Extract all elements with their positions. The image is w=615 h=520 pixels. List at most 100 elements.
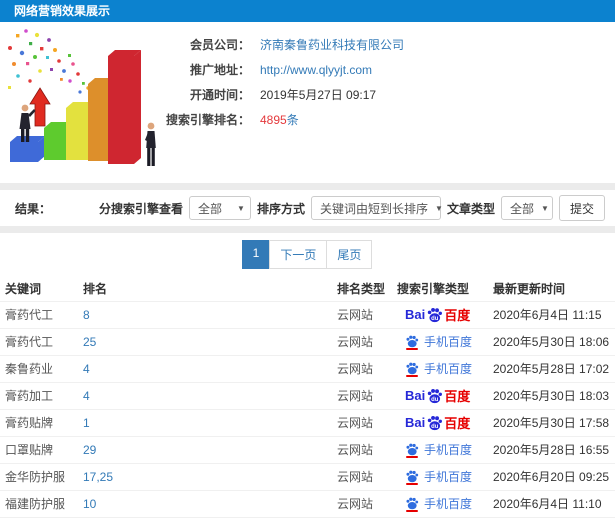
updated-cell: 2020年5月30日 18:03 [493, 381, 615, 409]
keyword-cell: 福建防护服 [0, 489, 83, 517]
page-title-text: 网络营销效果展示 [14, 4, 111, 18]
rank-cell[interactable]: 4 [83, 354, 337, 382]
baidu-paw-icon: du [428, 415, 443, 431]
pagination-last[interactable]: 尾页 [326, 240, 373, 269]
pagination-next[interactable]: 下一页 [269, 240, 328, 269]
svg-text:du: du [431, 397, 439, 403]
result-label: 结果： [15, 201, 52, 216]
pagination-page-1[interactable]: 1 [241, 240, 271, 269]
baidu-paw-icon [406, 497, 419, 509]
rank-cell[interactable]: 4 [83, 381, 337, 409]
keyword-cell: 口罩贴牌 [0, 435, 83, 463]
mobile-baidu-badge: 手机百度 [405, 441, 472, 458]
updated-cell: 2020年6月4日 11:10 [493, 489, 615, 517]
baidu-logo: Bai du 百度 [405, 415, 471, 431]
up-arrow [29, 87, 51, 127]
page-title: 网络营销效果展示 [0, 0, 615, 22]
red-underline [406, 482, 418, 485]
search-engine-cell: 手机百度 [397, 327, 493, 355]
header-rank: 排名 [83, 282, 108, 297]
header-search-engine: 搜索引擎类型 [397, 282, 470, 297]
engine-filter-label: 分搜索引擎查看 [98, 201, 183, 216]
rank-count-value: 4895 [260, 113, 287, 127]
search-engine-cell: Bai du 百度 [397, 381, 493, 409]
filter-bar: 结果： 分搜索引擎查看 全部 ▼ 排序方式 关键词由短到长排序 ▼ 文章类型 全… [0, 190, 615, 226]
keyword-cell: 秦鲁药业 [0, 354, 83, 382]
sort-filter-label: 排序方式 [256, 201, 305, 216]
engine-select[interactable]: 全部 ▼ [188, 196, 251, 220]
rank-type-cell: 云网站 [337, 300, 397, 328]
confetti-dots [8, 29, 99, 103]
table-row: 秦鲁药业 4 云网站 手机百度 2020年5月28日 17:02 [0, 354, 615, 382]
search-engine-cell: 手机百度 [397, 462, 493, 490]
info-list: 会员公司： 济南秦鲁药业科技有限公司 推广地址： http://www.qlyy… [160, 22, 615, 132]
rank-cell[interactable]: 1 [83, 408, 337, 436]
baidu-paw-icon [406, 335, 419, 347]
chevron-down-icon: ▼ [434, 203, 443, 213]
header-updated: 最新更新时间 [493, 282, 566, 297]
mobile-baidu-badge: 手机百度 [405, 333, 472, 350]
open-time-label: 开通时间： [189, 88, 250, 102]
rank-type-cell: 云网站 [337, 381, 397, 409]
results-table: 关键词 排名 排名类型 搜索引擎类型 最新更新时间 膏药代工 8 云网站 Bai [0, 277, 615, 520]
rank-type-cell: 云网站 [337, 408, 397, 436]
article-type-select-value: 全部 [509, 201, 534, 216]
businessman-right [145, 122, 156, 166]
promo-url-link[interactable]: http://www.qlyyjt.com [260, 63, 372, 77]
results-card: 1 下一页 尾页 关键词 排名 排名类型 搜索引擎类型 最新更新时间 膏药代工 … [0, 233, 615, 520]
growth-chart-illustration [2, 26, 172, 178]
rank-cell[interactable]: 8 [83, 300, 337, 328]
updated-cell: 2020年5月30日 18:06 [493, 327, 615, 355]
header-keyword: 关键词 [5, 282, 42, 297]
pagination: 1 下一页 尾页 [0, 240, 615, 269]
rank-cell[interactable]: 25 [83, 327, 337, 355]
bar-red [108, 50, 141, 164]
baidu-logo: Bai du 百度 [405, 388, 471, 404]
updated-cell: 2020年5月28日 17:02 [493, 354, 615, 382]
updated-cell: 2020年5月28日 16:55 [493, 435, 615, 463]
info-row-company: 会员公司： 济南秦鲁药业科技有限公司 [160, 32, 615, 57]
mobile-baidu-badge: 手机百度 [405, 495, 472, 512]
red-underline [406, 347, 418, 350]
red-underline [406, 509, 418, 512]
rank-cell[interactable]: 17,25 [83, 462, 337, 490]
company-link[interactable]: 济南秦鲁药业科技有限公司 [260, 36, 404, 53]
search-engine-cell: 手机百度 [397, 354, 493, 382]
baidu-paw-icon: du [428, 307, 443, 323]
info-card: 会员公司： 济南秦鲁药业科技有限公司 推广地址： http://www.qlyy… [0, 22, 615, 183]
rank-type-cell: 云网站 [337, 354, 397, 382]
info-row-rank-count: 搜索引擎排名： 4895条 [160, 107, 615, 132]
sort-select-value: 关键词由短到长排序 [319, 201, 428, 216]
table-row: 膏药代工 25 云网站 手机百度 2020年5月30日 18:06 [0, 327, 615, 355]
table-row: 膏药加工 4 云网站 Bai du 百度 2020年5月30日 18:03 [0, 381, 615, 409]
baidu-paw-icon [406, 362, 419, 374]
keyword-cell: 膏药代工 [0, 300, 83, 328]
sort-select[interactable]: 关键词由短到长排序 ▼ [310, 196, 443, 220]
table-row: 金华防护服 17,25 云网站 手机百度 2020年6月20日 09:25 [0, 462, 615, 490]
baidu-paw-icon [406, 470, 419, 482]
article-type-select[interactable]: 全部 ▼ [500, 196, 553, 220]
mobile-baidu-badge: 手机百度 [405, 468, 472, 485]
keyword-cell: 膏药加工 [0, 381, 83, 409]
search-engine-cell: Bai du 百度 [397, 300, 493, 328]
company-label: 会员公司： [189, 38, 250, 52]
baidu-logo: Bai du 百度 [405, 307, 471, 323]
mobile-baidu-badge: 手机百度 [405, 360, 472, 377]
info-row-opened: 开通时间： 2019年5月27日 09:17 [160, 82, 615, 107]
table-row: 口罩贴牌 29 云网站 手机百度 2020年5月28日 16:55 [0, 435, 615, 463]
submit-button[interactable]: 提交 [558, 195, 605, 221]
open-time-value: 2019年5月27日 09:17 [260, 88, 377, 102]
keyword-cell: 膏药贴牌 [0, 408, 83, 436]
rank-cell[interactable]: 10 [83, 489, 337, 517]
baidu-paw-icon: du [428, 388, 443, 404]
rank-type-cell: 云网站 [337, 462, 397, 490]
rank-cell[interactable]: 29 [83, 435, 337, 463]
keyword-cell: 金华防护服 [0, 462, 83, 490]
promo-url-label: 推广地址： [189, 63, 250, 77]
rank-type-cell: 云网站 [337, 327, 397, 355]
search-engine-cell: 手机百度 [397, 435, 493, 463]
chevron-down-icon: ▼ [541, 203, 549, 213]
table-row: 膏药代工 8 云网站 Bai du 百度 2020年6月4日 11:15 [0, 300, 615, 328]
rank-count-label: 搜索引擎排名： [165, 113, 250, 127]
updated-cell: 2020年5月30日 17:58 [493, 408, 615, 436]
